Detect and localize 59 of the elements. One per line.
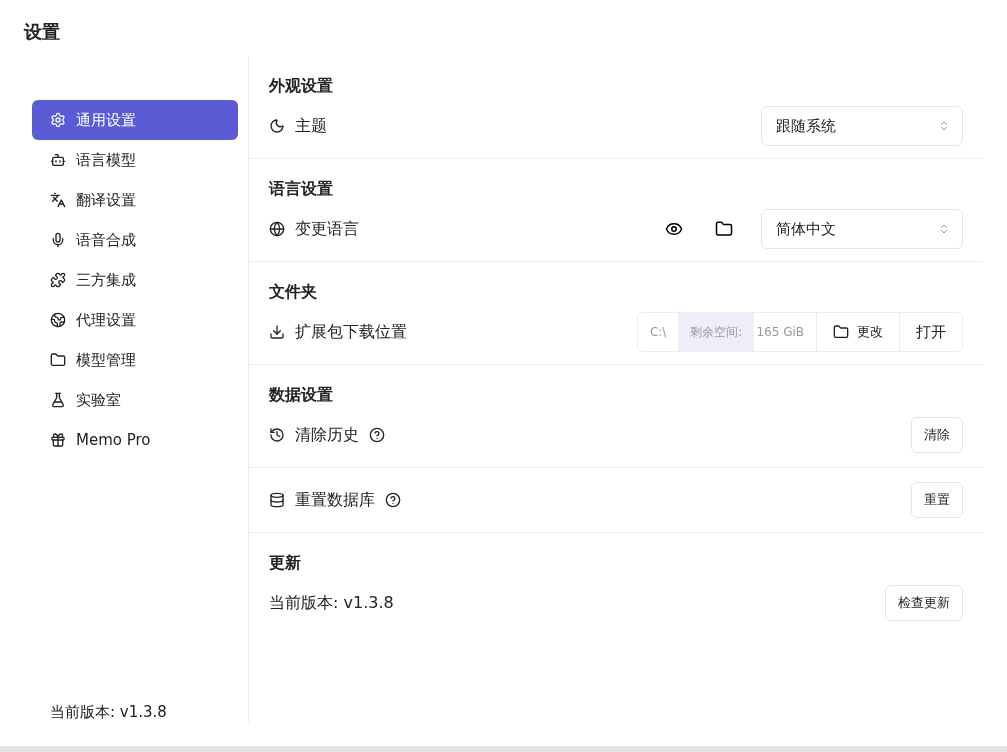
section-title: 更新 xyxy=(268,552,302,571)
action-button[interactable]: 清除 xyxy=(911,417,963,453)
setting-label: 主题 xyxy=(295,115,327,137)
setting-icon xyxy=(269,427,285,443)
sidebar-item[interactable]: 代理设置 xyxy=(32,300,238,340)
help-icon[interactable] xyxy=(385,492,401,508)
help-icon[interactable] xyxy=(369,427,385,443)
chevron-icon xyxy=(938,223,950,235)
setting-label: 当前版本: v1.3.8 xyxy=(269,592,394,614)
dropdown[interactable]: 跟随系统 xyxy=(761,106,963,146)
setting-icon xyxy=(269,324,285,340)
sidebar-item-icon xyxy=(50,312,66,328)
sidebar-item[interactable]: 模型管理 xyxy=(32,340,238,380)
setting-icon xyxy=(269,118,285,134)
setting-label: 重置数据库 xyxy=(295,489,375,511)
dropdown[interactable]: 简体中文 xyxy=(761,209,963,249)
sidebar-item[interactable]: 三方集成 xyxy=(32,260,238,300)
sidebar-item-label: 模型管理 xyxy=(76,350,136,370)
sidebar-item[interactable]: Memo Pro xyxy=(32,420,238,460)
sidebar-item[interactable]: 语言模型 xyxy=(32,140,238,180)
path-button[interactable]: 打开 xyxy=(899,313,962,351)
sidebar-item-label: 实验室 xyxy=(76,390,121,410)
chevron-icon xyxy=(938,120,950,132)
version-text: 当前版本: v1.3.8 xyxy=(49,703,168,722)
sidebar-item[interactable]: 通用设置 xyxy=(32,100,238,140)
setting-label: 清除历史 xyxy=(295,424,359,446)
sidebar-item-icon xyxy=(50,112,66,128)
sidebar-item-label: 语言模型 xyxy=(76,150,136,170)
sidebar-item-icon xyxy=(50,432,66,448)
sidebar-item-icon xyxy=(50,352,66,368)
sidebar-item[interactable]: 翻译设置 xyxy=(32,180,238,220)
sidebar-item-label: 翻译设置 xyxy=(76,190,136,210)
folder-icon[interactable] xyxy=(715,220,733,238)
action-button[interactable]: 检查更新 xyxy=(885,585,963,621)
window-title: 设置 xyxy=(22,20,61,44)
section-title: 外观设置 xyxy=(267,75,334,94)
space-label: 剩余空间: xyxy=(678,313,755,351)
action-button[interactable]: 重置 xyxy=(911,482,963,518)
section-title: 文件夹 xyxy=(268,281,318,300)
sidebar-item-icon xyxy=(50,272,66,288)
eye-icon[interactable] xyxy=(665,220,683,238)
sidebar-item-icon xyxy=(50,192,66,208)
setting-label: 扩展包下载位置 xyxy=(295,321,407,343)
sidebar-item-label: 代理设置 xyxy=(76,310,136,330)
setting-label: 变更语言 xyxy=(295,218,359,240)
setting-icon xyxy=(269,492,285,508)
sidebar-item[interactable]: 实验室 xyxy=(32,380,238,420)
setting-icon xyxy=(269,221,285,237)
sidebar-item-label: Memo Pro xyxy=(76,431,151,449)
sidebar-item[interactable]: 语音合成 xyxy=(32,220,238,260)
sidebar-item-label: 语音合成 xyxy=(76,230,136,250)
section-title: 数据设置 xyxy=(268,384,334,403)
sidebar-item-label: 三方集成 xyxy=(76,270,136,290)
sidebar-item-icon xyxy=(50,392,66,408)
folder-icon xyxy=(833,324,849,340)
section-title: 语言设置 xyxy=(267,178,334,197)
sidebar-item-icon xyxy=(50,152,66,168)
sidebar-item-icon xyxy=(50,232,66,248)
sidebar-item-label: 通用设置 xyxy=(76,110,136,130)
